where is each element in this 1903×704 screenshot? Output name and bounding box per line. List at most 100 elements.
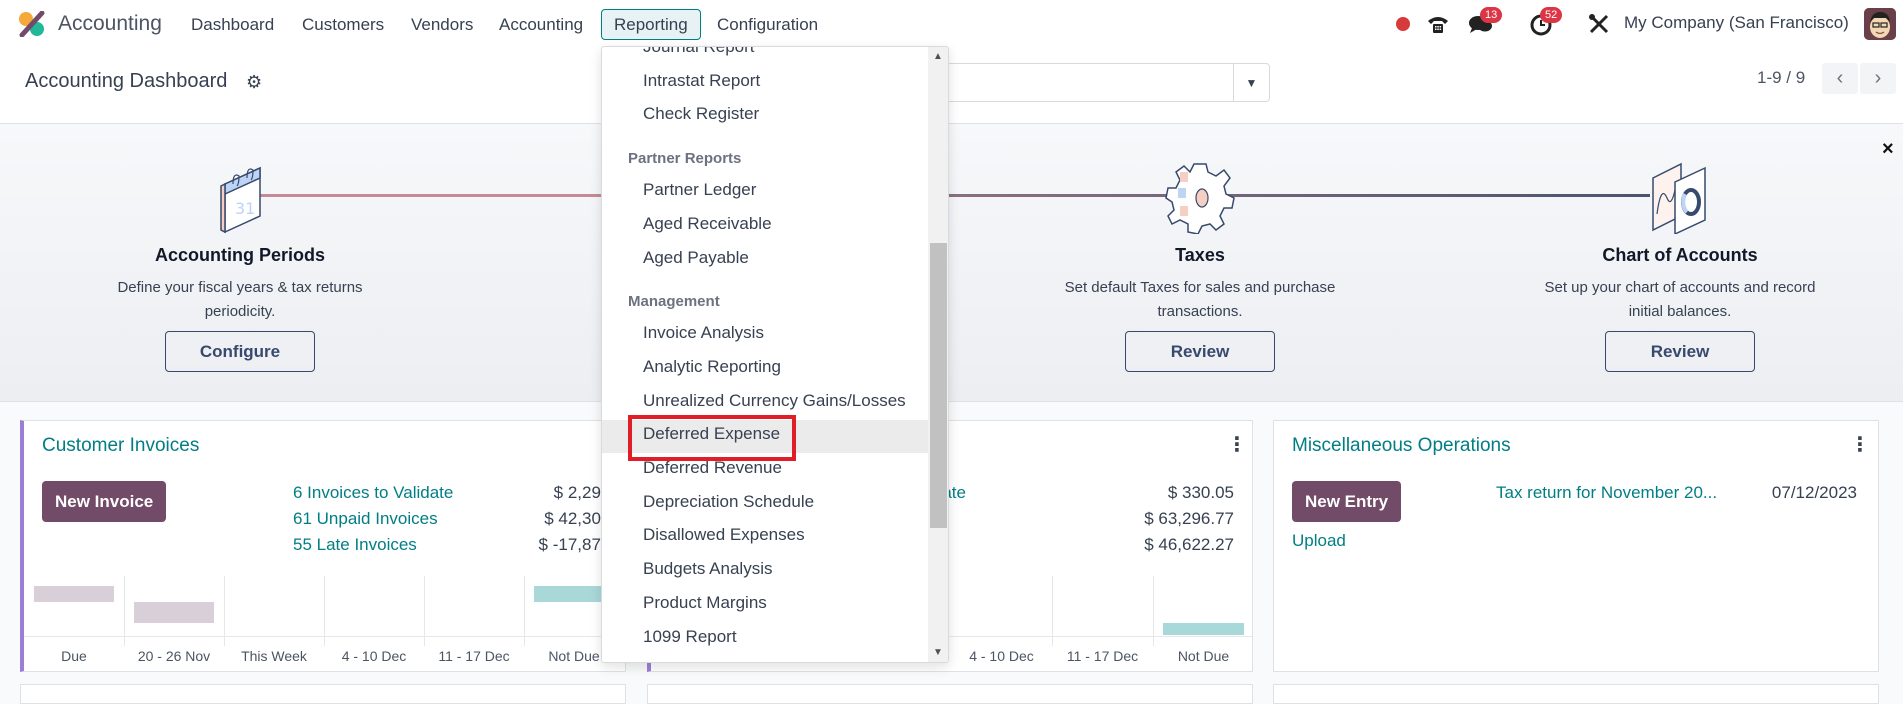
gear-icon	[1165, 163, 1235, 234]
dropdown-item-deferred-expense[interactable]: Deferred Expense	[643, 424, 780, 444]
aging-bar-chart: Due 20 - 26 Nov This Week 4 - 10 Dec 11 - 17…	[24, 576, 625, 666]
chart-gridline	[424, 576, 425, 646]
chevron-left-icon: ‹	[1836, 67, 1844, 89]
dropdown-item-journal-report[interactable]: Journal Report	[643, 47, 755, 57]
stat-link[interactable]: 55 Late Invoices	[293, 535, 417, 555]
dropdown-item-intrastat-report[interactable]: Intrastat Report	[643, 71, 760, 91]
activities-button[interactable]: 52	[1526, 7, 1563, 38]
card-title[interactable]: Customer Invoices	[42, 435, 199, 457]
onboarding-step-title: Accounting Periods	[154, 245, 325, 265]
accounting-app-logo-icon[interactable]	[18, 11, 46, 37]
dropdown-item-partner-ledger[interactable]: Partner Ledger	[643, 180, 756, 200]
chart-tick-label: 11 - 17 Dec	[438, 648, 510, 664]
review-chart-of-accounts-button[interactable]: Review	[1605, 331, 1755, 372]
dropdown-item-1099-report[interactable]: 1099 Report	[643, 627, 737, 647]
chart-tick-label: 11 - 17 Dec	[1066, 648, 1139, 664]
chart-tick-label: Not Due	[1177, 648, 1230, 664]
kebab-menu-icon[interactable]: ⋮	[1850, 435, 1870, 455]
stat-link[interactable]: 6 Invoices to Validate	[293, 483, 453, 503]
phone-icon	[1428, 17, 1448, 33]
new-invoice-button[interactable]: New Invoice	[42, 481, 167, 522]
chart-gridline	[224, 576, 225, 646]
menu-reporting[interactable]: Reporting	[601, 9, 701, 40]
chart-tick-label: 20 - 26 Nov	[137, 648, 211, 664]
dropdown-item-product-margins[interactable]: Product Margins	[643, 593, 767, 613]
close-onboarding-icon[interactable]: ×	[1882, 138, 1894, 161]
pager-previous-button[interactable]: ‹	[1822, 63, 1858, 94]
dropdown-item-aged-receivable[interactable]: Aged Receivable	[643, 214, 772, 234]
scroll-down-arrow-icon[interactable]: ▼	[933, 647, 943, 658]
dropdown-section-header: Management	[628, 293, 720, 311]
dropdown-item-check-register[interactable]: Check Register	[643, 104, 759, 124]
chevron-right-icon: ›	[1874, 67, 1882, 89]
chart-bar[interactable]	[1163, 623, 1244, 635]
debug-tools-button[interactable]	[1587, 10, 1611, 38]
onboarding-step-description: Set default Taxes for sales and purchase…	[1064, 279, 1336, 320]
configure-accounting-periods-button[interactable]: Configure	[165, 331, 315, 372]
chart-of-accounts-icon	[1652, 162, 1706, 234]
upload-link[interactable]: Upload	[1292, 531, 1346, 551]
menu-accounting[interactable]: Accounting	[486, 9, 596, 40]
customer-invoices-card: Customer Invoices ⋮ New Invoice 6 Invoic…	[20, 420, 634, 672]
dropdown-item-unrealized-currency-gains-losses[interactable]: Unrealized Currency Gains/Losses	[643, 391, 906, 411]
scrollbar-thumb[interactable]	[930, 243, 947, 528]
menu-dashboard[interactable]: Dashboard	[178, 9, 287, 40]
dropdown-item-depreciation-schedule[interactable]: Depreciation Schedule	[643, 492, 814, 512]
dropdown-item-aged-payable[interactable]: Aged Payable	[643, 248, 749, 268]
user-avatar-icon	[1864, 8, 1896, 40]
dropdown-scrollbar[interactable]: ▲ ▼	[928, 47, 948, 662]
next-row-card	[20, 684, 626, 704]
search-input[interactable]: ▼	[900, 63, 1270, 102]
dropdown-item-budgets-analysis[interactable]: Budgets Analysis	[643, 559, 772, 579]
chart-bar[interactable]	[34, 586, 114, 602]
pager-value[interactable]: 1-9 / 9	[1757, 68, 1805, 88]
menu-configuration[interactable]: Configuration	[704, 9, 831, 40]
user-avatar[interactable]	[1864, 8, 1896, 40]
chart-gridline	[124, 576, 125, 646]
menu-customers[interactable]: Customers	[289, 9, 397, 40]
stat-value: $ 46,622.27	[1144, 535, 1234, 554]
onboarding-step-description: Define your fiscal years & tax returns p…	[117, 279, 363, 320]
dashboard-settings-gear-icon[interactable]: ⚙	[246, 72, 262, 93]
search-options-toggle[interactable]: ▼	[1233, 64, 1269, 101]
menu-vendors[interactable]: Vendors	[398, 9, 486, 40]
dropdown-item-invoice-analysis[interactable]: Invoice Analysis	[643, 323, 764, 343]
chart-tick-label: Due	[61, 648, 87, 664]
calendar-icon: 31	[220, 166, 261, 234]
stat-value: $ 330.05	[1167, 483, 1234, 502]
caret-down-icon: ▼	[1245, 75, 1258, 90]
scroll-up-arrow-icon[interactable]: ▲	[933, 51, 943, 62]
next-row-card	[1273, 684, 1879, 704]
top-navbar: Accounting Dashboard Customers Vendors A…	[0, 0, 1903, 48]
chart-gridline	[324, 576, 325, 646]
dropdown-section-header: Partner Reports	[628, 150, 742, 168]
reporting-dropdown-menu: ▲ ▼ Journal Report Intrastat Report Check …	[601, 46, 949, 663]
kebab-menu-icon[interactable]: ⋮	[1227, 435, 1247, 455]
onboarding-progress-line	[260, 194, 660, 197]
pager-next-button[interactable]: ›	[1860, 63, 1896, 94]
app-name[interactable]: Accounting	[58, 12, 162, 36]
recording-indicator[interactable]	[1393, 10, 1413, 38]
entry-link[interactable]: Tax return for November 20...	[1496, 483, 1717, 503]
review-taxes-button[interactable]: Review	[1125, 331, 1275, 372]
messages-button[interactable]: 13	[1466, 7, 1503, 38]
card-title[interactable]: Miscellaneous Operations	[1292, 435, 1511, 457]
next-row-card	[647, 684, 1253, 704]
company-switcher[interactable]: My Company (San Francisco)	[1624, 13, 1849, 33]
entry-date: 07/12/2023	[1771, 483, 1857, 502]
chart-tick-label: 4 - 10 Dec	[341, 648, 407, 664]
chart-gridline	[1153, 576, 1154, 646]
tools-icon	[1589, 14, 1609, 34]
chart-gridline	[524, 576, 525, 646]
new-entry-button[interactable]: New Entry	[1292, 481, 1402, 522]
svg-text:31: 31	[235, 199, 255, 218]
control-panel: Accounting Dashboard ⚙ ▼ 1-9 / 9 ‹ ›	[0, 48, 1903, 124]
phone-button[interactable]	[1425, 10, 1451, 38]
chart-bar[interactable]	[134, 602, 214, 623]
stat-link[interactable]: 61 Unpaid Invoices	[293, 509, 438, 529]
messages-badge: 13	[1480, 7, 1503, 23]
dropdown-item-analytic-reporting[interactable]: Analytic Reporting	[643, 357, 781, 377]
dropdown-item-deferred-revenue[interactable]: Deferred Revenue	[643, 458, 782, 478]
activities-badge: 52	[1540, 7, 1563, 23]
dropdown-item-disallowed-expenses[interactable]: Disallowed Expenses	[643, 525, 805, 545]
